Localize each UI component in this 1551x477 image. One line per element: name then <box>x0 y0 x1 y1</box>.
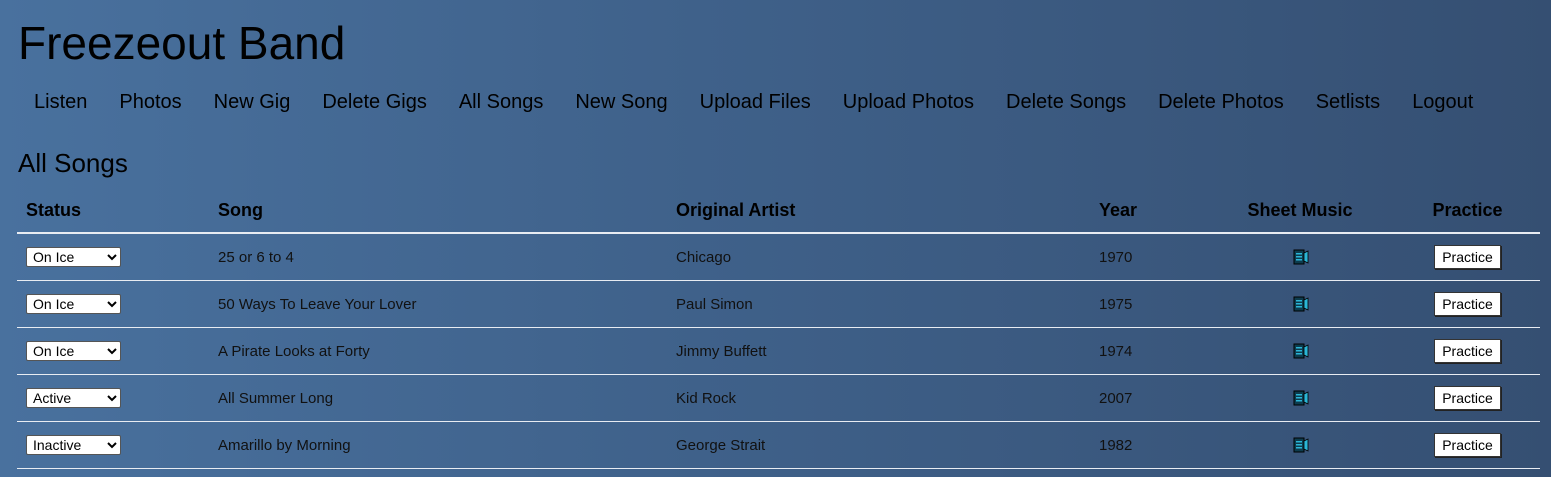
table-row: ActiveInactiveOn Ice Amarillo by MorningG… <box>17 421 1540 469</box>
sheet-music-icon[interactable] <box>1290 389 1310 407</box>
practice-cell: Practice <box>1395 233 1540 281</box>
practice-cell: Practice <box>1395 374 1540 422</box>
practice-cell: Practice <box>1395 327 1540 375</box>
song-year: 1982 <box>1090 421 1205 469</box>
table-row: ActiveInactiveOn Ice A Pirate Looks at Fo… <box>17 327 1540 375</box>
song-title: 50 Ways To Leave Your Lover <box>209 280 667 328</box>
nav-listen[interactable]: Listen <box>18 88 103 116</box>
nav-logout[interactable]: Logout <box>1396 88 1489 116</box>
site-title: Freezeout Band <box>18 17 346 69</box>
status-cell: ActiveInactiveOn Ice <box>17 327 209 375</box>
column-header-artist: Original Artist <box>667 188 1090 234</box>
sheet-music-cell <box>1205 421 1395 469</box>
song-year: 1974 <box>1090 327 1205 375</box>
original-artist: Kid Rock <box>667 374 1090 422</box>
sheet-music-icon[interactable] <box>1290 248 1310 266</box>
table-row: ActiveInactiveOn Ice All Summer LongKid R… <box>17 374 1540 422</box>
practice-button[interactable]: Practice <box>1434 339 1501 363</box>
status-cell: ActiveInactiveOn Ice <box>17 421 209 469</box>
nav-photos[interactable]: Photos <box>103 88 197 116</box>
sheet-music-cell <box>1205 374 1395 422</box>
sheet-music-cell <box>1205 233 1395 281</box>
sheet-music-cell <box>1205 327 1395 375</box>
nav-all-songs[interactable]: All Songs <box>443 88 560 116</box>
songs-table: Status Song Original Artist Year Sheet M… <box>17 188 1540 469</box>
table-header-row: Status Song Original Artist Year Sheet M… <box>17 188 1540 234</box>
status-select[interactable]: ActiveInactiveOn Ice <box>26 388 121 408</box>
sheet-music-icon[interactable] <box>1290 436 1310 454</box>
nav-new-gig[interactable]: New Gig <box>198 88 307 116</box>
nav-delete-gigs[interactable]: Delete Gigs <box>306 88 443 116</box>
status-select[interactable]: ActiveInactiveOn Ice <box>26 294 121 314</box>
column-header-sheet-music: Sheet Music <box>1205 188 1395 234</box>
table-row: ActiveInactiveOn Ice 50 Ways To Leave You… <box>17 280 1540 328</box>
original-artist: Chicago <box>667 233 1090 281</box>
status-cell: ActiveInactiveOn Ice <box>17 280 209 328</box>
column-header-year: Year <box>1090 188 1205 234</box>
song-title: All Summer Long <box>209 374 667 422</box>
sheet-music-icon[interactable] <box>1290 295 1310 313</box>
status-cell: ActiveInactiveOn Ice <box>17 233 209 281</box>
song-year: 1975 <box>1090 280 1205 328</box>
practice-cell: Practice <box>1395 280 1540 328</box>
original-artist: Paul Simon <box>667 280 1090 328</box>
practice-button[interactable]: Practice <box>1434 292 1501 316</box>
song-year: 1970 <box>1090 233 1205 281</box>
song-year: 2007 <box>1090 374 1205 422</box>
nav-setlists[interactable]: Setlists <box>1300 88 1396 116</box>
column-header-practice: Practice <box>1395 188 1540 234</box>
column-header-song: Song <box>209 188 667 234</box>
original-artist: George Strait <box>667 421 1090 469</box>
practice-cell: Practice <box>1395 421 1540 469</box>
table-row: ActiveInactiveOn Ice 25 or 6 to 4Chicago1… <box>17 233 1540 281</box>
column-header-status: Status <box>17 188 209 234</box>
nav-delete-songs[interactable]: Delete Songs <box>990 88 1142 116</box>
nav-upload-photos[interactable]: Upload Photos <box>827 88 990 116</box>
nav-delete-photos[interactable]: Delete Photos <box>1142 88 1300 116</box>
song-title: A Pirate Looks at Forty <box>209 327 667 375</box>
status-cell: ActiveInactiveOn Ice <box>17 374 209 422</box>
main-nav: Listen Photos New Gig Delete Gigs All Songs N… <box>18 88 1489 116</box>
song-title: Amarillo by Morning <box>209 421 667 469</box>
nav-upload-files[interactable]: Upload Files <box>684 88 827 116</box>
practice-button[interactable]: Practice <box>1434 433 1501 457</box>
sheet-music-icon[interactable] <box>1290 342 1310 360</box>
status-select[interactable]: ActiveInactiveOn Ice <box>26 247 121 267</box>
practice-button[interactable]: Practice <box>1434 245 1501 269</box>
sheet-music-cell <box>1205 280 1395 328</box>
song-title: 25 or 6 to 4 <box>209 233 667 281</box>
status-select[interactable]: ActiveInactiveOn Ice <box>26 435 121 455</box>
page-title: All Songs <box>18 148 128 178</box>
practice-button[interactable]: Practice <box>1434 386 1501 410</box>
nav-new-song[interactable]: New Song <box>559 88 683 116</box>
status-select[interactable]: ActiveInactiveOn Ice <box>26 341 121 361</box>
original-artist: Jimmy Buffett <box>667 327 1090 375</box>
